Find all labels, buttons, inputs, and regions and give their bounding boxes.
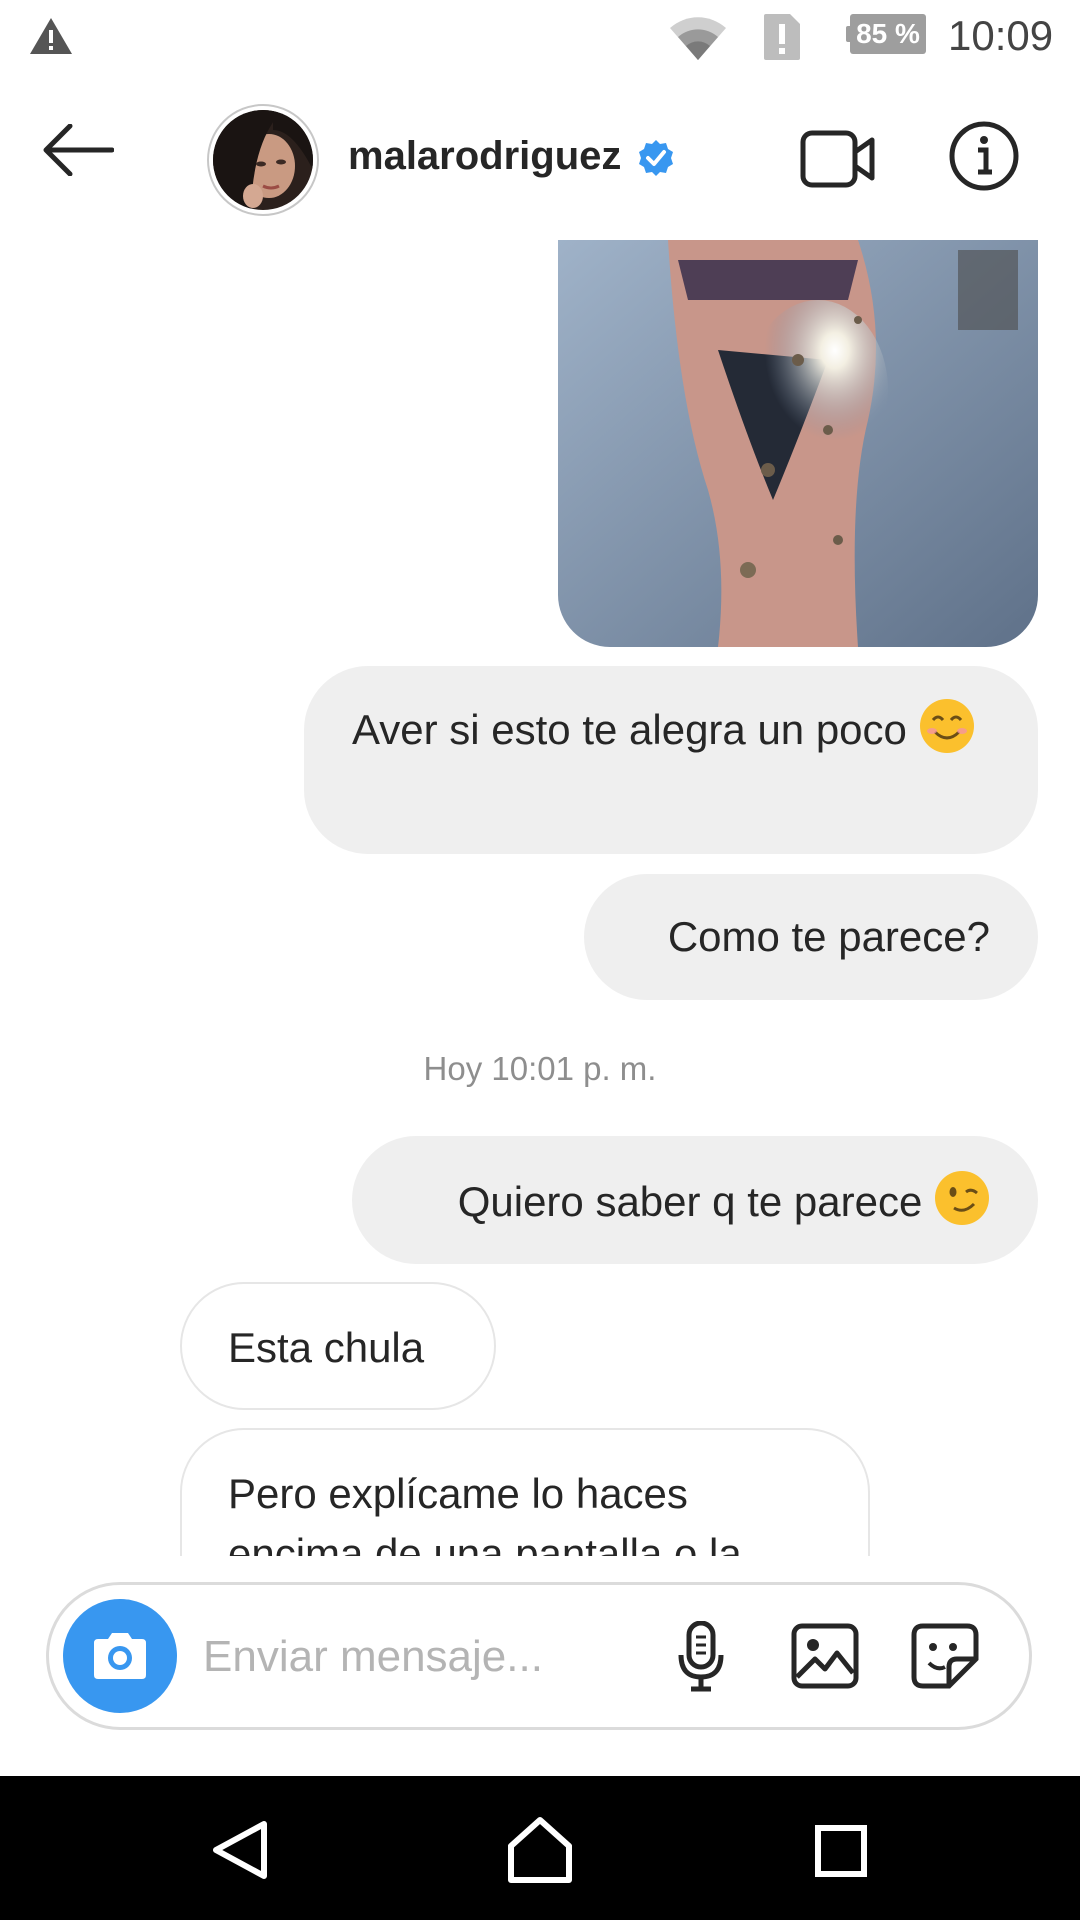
message-text: Aver si esto te alegra un poco xyxy=(352,706,907,753)
info-icon xyxy=(949,121,1019,191)
nav-home-button[interactable] xyxy=(505,1816,575,1889)
message-composer xyxy=(46,1582,1032,1730)
conversation-header: malarodriguez xyxy=(0,80,1080,230)
nav-home-icon xyxy=(508,1817,572,1883)
incoming-message[interactable]: Pero explícame lo haces encima de una pa… xyxy=(180,1428,870,1556)
back-button[interactable] xyxy=(42,123,132,194)
wifi-icon xyxy=(668,12,728,67)
avatar[interactable] xyxy=(207,104,319,216)
battery-percentage: 85 % xyxy=(856,18,920,49)
clock: 10:09 xyxy=(948,12,1054,59)
nav-back-icon xyxy=(213,1821,267,1879)
message-text: Esta chula xyxy=(228,1324,425,1371)
outgoing-message[interactable]: Aver si esto te alegra un poco xyxy=(304,666,1038,854)
voice-message-button[interactable] xyxy=(677,1620,725,1698)
winking-face-emoji xyxy=(934,1170,990,1226)
gallery-icon xyxy=(791,1623,859,1689)
sticker-button[interactable] xyxy=(911,1623,979,1694)
message-input[interactable] xyxy=(201,1621,665,1693)
message-text: Quiero saber q te parece xyxy=(457,1178,923,1225)
smiling-face-emoji xyxy=(919,698,975,754)
video-call-icon xyxy=(800,130,875,188)
message-text: Pero explícame lo haces encima de una pa… xyxy=(228,1470,742,1556)
warning-icon xyxy=(28,16,74,61)
outgoing-message[interactable]: Quiero saber q te parece xyxy=(352,1136,1038,1264)
back-arrow-icon xyxy=(43,123,115,177)
shared-photo[interactable] xyxy=(558,240,1038,647)
outgoing-message[interactable]: Como te parece? xyxy=(584,874,1038,1000)
gallery-button[interactable] xyxy=(791,1623,859,1694)
nav-back-button[interactable] xyxy=(210,1820,270,1885)
sticker-icon xyxy=(911,1623,979,1689)
alert-icon xyxy=(762,12,802,67)
microphone-icon xyxy=(678,1620,724,1692)
video-call-button[interactable] xyxy=(800,128,876,195)
camera-button[interactable] xyxy=(63,1599,177,1713)
incoming-message[interactable]: Esta chula xyxy=(180,1282,496,1410)
system-navigation-bar xyxy=(0,1776,1080,1920)
info-button[interactable] xyxy=(948,120,1020,197)
message-timestamp: Hoy 10:01 p. m. xyxy=(423,1050,657,1087)
message-thread[interactable]: Aver si esto te alegra un poco Como te p… xyxy=(0,240,1080,1556)
battery-icon: 85 % xyxy=(846,14,926,54)
message-text: Como te parece? xyxy=(667,913,990,960)
status-bar: 85 % 10:09 xyxy=(0,0,1080,76)
nav-recents-button[interactable] xyxy=(814,1824,868,1883)
camera-icon xyxy=(94,1633,146,1679)
nav-recents-icon xyxy=(815,1825,867,1877)
verified-badge-icon xyxy=(636,138,676,183)
username[interactable]: malarodriguez xyxy=(348,134,621,179)
